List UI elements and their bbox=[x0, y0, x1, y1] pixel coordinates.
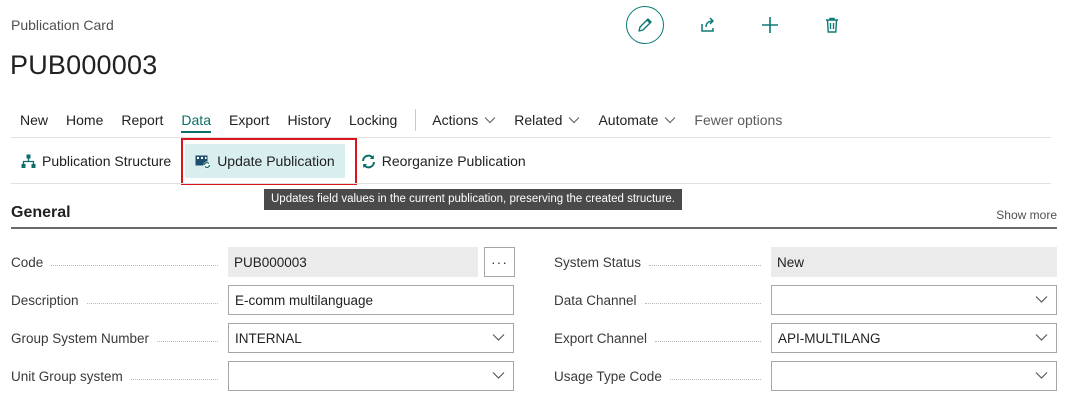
field-export-channel-label: Export Channel bbox=[554, 330, 648, 346]
section-title-general[interactable]: General bbox=[11, 204, 71, 222]
update-publication-highlight bbox=[181, 138, 357, 185]
menu-item-data[interactable]: Data bbox=[181, 112, 211, 133]
menu-item-history[interactable]: History bbox=[287, 112, 331, 128]
export-channel-value: API-MULTILANG bbox=[778, 330, 881, 346]
system-status-field: New bbox=[771, 247, 1057, 277]
pencil-icon bbox=[638, 18, 652, 32]
field-description: Description E-comm multilanguage bbox=[11, 285, 514, 315]
group-system-number-value: INTERNAL bbox=[235, 330, 302, 346]
field-unit-group-system-label: Unit Group system bbox=[11, 368, 123, 384]
menu-related-label: Related bbox=[514, 112, 563, 128]
field-usage-type-code-label: Usage Type Code bbox=[554, 368, 662, 384]
field-group-system-number-label: Group System Number bbox=[11, 330, 150, 346]
group-system-number-select[interactable]: INTERNAL bbox=[228, 323, 514, 353]
refresh-icon bbox=[361, 154, 375, 168]
trash-icon bbox=[826, 17, 838, 33]
new-button[interactable] bbox=[758, 13, 782, 37]
menu-divider bbox=[11, 137, 1051, 138]
delete-button[interactable] bbox=[820, 13, 844, 37]
field-system-status: System Status New bbox=[554, 247, 1057, 277]
page-title: PUB000003 bbox=[10, 50, 158, 80]
field-data-channel: Data Channel bbox=[554, 285, 1057, 315]
chevron-down-icon bbox=[1035, 296, 1048, 303]
export-channel-select[interactable]: API-MULTILANG bbox=[771, 323, 1057, 353]
menu-separator bbox=[415, 109, 417, 131]
action-menu-bar: New Home Report Data Export History Lock… bbox=[20, 109, 800, 133]
share-icon bbox=[701, 17, 714, 32]
edit-button[interactable] bbox=[626, 6, 664, 44]
menu-automate-label: Automate bbox=[598, 112, 659, 128]
show-more-link[interactable]: Show more bbox=[996, 208, 1057, 222]
fewer-options-link[interactable]: Fewer options bbox=[694, 112, 782, 128]
reorganize-publication-label: Reorganize Publication bbox=[381, 153, 526, 169]
code-lookup-button[interactable]: ··· bbox=[484, 247, 515, 277]
chevron-down-icon bbox=[492, 372, 505, 379]
chevron-down-icon bbox=[1035, 372, 1048, 379]
menu-related-dropdown[interactable]: Related bbox=[514, 112, 580, 128]
field-description-label: Description bbox=[11, 292, 79, 308]
top-actions bbox=[626, 6, 844, 44]
field-unit-group-system: Unit Group system bbox=[11, 361, 514, 391]
chevron-down-icon bbox=[1035, 334, 1048, 341]
menu-item-home[interactable]: Home bbox=[66, 112, 103, 128]
usage-type-code-select[interactable] bbox=[771, 361, 1057, 391]
share-button[interactable] bbox=[696, 13, 720, 37]
publication-structure-button[interactable]: Publication Structure bbox=[11, 144, 181, 178]
menu-automate-dropdown[interactable]: Automate bbox=[598, 112, 676, 128]
menu-actions-label: Actions bbox=[432, 112, 479, 128]
reorganize-publication-button[interactable]: Reorganize Publication bbox=[351, 144, 536, 178]
plus-icon bbox=[762, 17, 778, 33]
update-publication-tooltip: Updates field values in the current publ… bbox=[264, 189, 682, 210]
chevron-down-icon bbox=[569, 117, 580, 124]
sub-bar-divider bbox=[11, 183, 1051, 184]
chevron-down-icon bbox=[484, 117, 496, 124]
field-data-channel-label: Data Channel bbox=[554, 292, 637, 308]
menu-actions-dropdown[interactable]: Actions bbox=[432, 112, 496, 128]
menu-item-locking[interactable]: Locking bbox=[349, 112, 397, 128]
field-group-system-number: Group System Number INTERNAL bbox=[11, 323, 514, 353]
field-system-status-label: System Status bbox=[554, 254, 642, 270]
chevron-down-icon bbox=[492, 334, 505, 341]
unit-group-system-select[interactable] bbox=[228, 361, 514, 391]
hierarchy-icon bbox=[21, 154, 36, 168]
chevron-down-icon bbox=[664, 117, 676, 124]
field-export-channel: Export Channel API-MULTILANG bbox=[554, 323, 1057, 353]
field-code-label: Code bbox=[11, 254, 44, 270]
field-usage-type-code: Usage Type Code bbox=[554, 361, 1057, 391]
description-field[interactable]: E-comm multilanguage bbox=[228, 285, 514, 315]
publication-structure-label: Publication Structure bbox=[42, 153, 172, 169]
section-underline bbox=[11, 227, 1057, 229]
menu-item-new[interactable]: New bbox=[20, 112, 48, 128]
page-caption: Publication Card bbox=[11, 17, 114, 33]
menu-item-report[interactable]: Report bbox=[121, 112, 163, 128]
menu-item-export[interactable]: Export bbox=[229, 112, 269, 128]
data-channel-select[interactable] bbox=[771, 285, 1057, 315]
code-field[interactable]: PUB000003 bbox=[228, 247, 478, 277]
field-code: Code PUB000003 ··· bbox=[11, 247, 515, 277]
